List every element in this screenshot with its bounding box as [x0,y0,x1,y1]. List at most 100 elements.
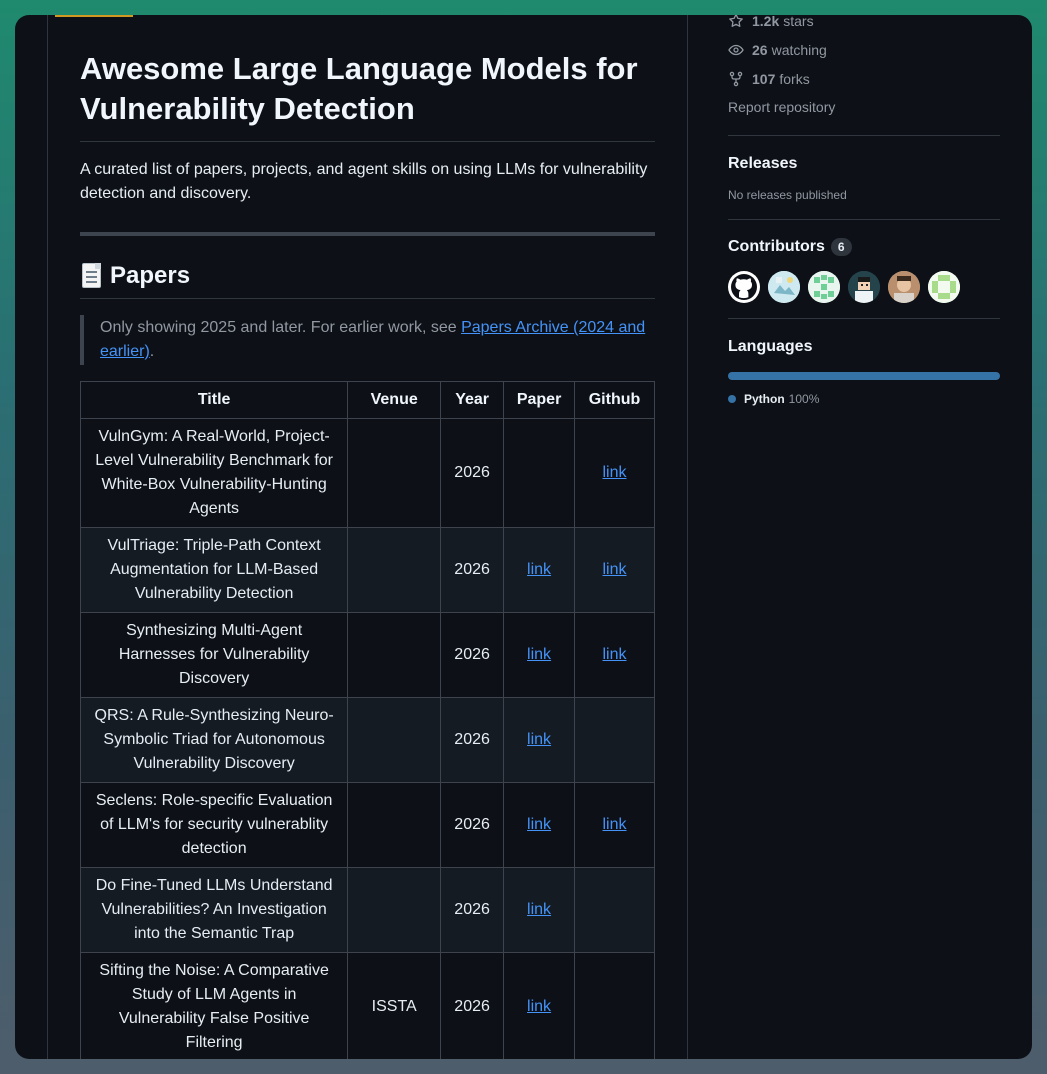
page-facing-up-icon [80,263,102,289]
readme-description: A curated list of papers, projects, and … [80,161,648,202]
readme-content: Awesome Large Language Models for Vulner… [79,15,655,1059]
papers-heading-label: Papers [110,262,191,289]
row-github [574,697,655,783]
row-venue [347,612,442,698]
row-github: link [574,418,655,528]
row-github [574,867,655,953]
releases-heading-label: Releases [728,155,798,172]
row-venue [347,697,442,783]
watching-stat[interactable]: 26 watching [728,35,1000,64]
row-github: link [574,612,655,698]
row-title: Synthesizing Multi-Agent Harnesses for V… [79,612,349,698]
report-repository-link[interactable]: Report repository [728,93,1000,122]
header-title: Title [79,381,349,419]
row-github: link [574,527,655,613]
forks-stat[interactable]: 107 forks [728,64,1000,93]
github-link[interactable]: link [603,646,627,663]
forks-label: forks [779,70,810,87]
avatar[interactable] [768,271,800,303]
languages-heading: Languages [728,338,1000,356]
row-year: 2026 [440,612,505,698]
stars-count: 1.2k [752,15,780,29]
row-title: VulTriage: Triple-Path Context Augmentat… [79,527,349,613]
github-link[interactable]: link [603,464,627,481]
star-icon [729,15,743,27]
row-title: VulnGym: A Real-World, Project-Level Vul… [79,418,349,528]
note-text: Only showing 2025 and later. For earlier… [100,319,462,336]
note-suffix: . [149,343,155,360]
row-paper: link [503,782,576,868]
section-divider [80,232,655,236]
header-year: Year [440,381,505,419]
row-title: Seclens: Role-specific Evaluation of LLM… [79,782,349,868]
identicon-icon [928,271,960,303]
paper-link[interactable]: link [527,816,551,833]
row-paper: link [503,867,576,953]
row-year: 2026 [440,952,505,1059]
language-name: Python [744,392,785,406]
contributors-heading[interactable]: Contributors 6 [728,238,1000,256]
languages-heading-label: Languages [728,338,813,355]
header-paper: Paper [503,381,576,419]
row-venue [347,418,442,528]
sidebar-divider [728,135,1000,136]
avatar[interactable] [808,271,840,303]
table-header-row: Title Venue Year Paper Github [79,381,655,419]
column-divider [687,15,688,1059]
table-row: QRS: A Rule-Synthesizing Neuro-Symbolic … [79,697,655,783]
table-row: Seclens: Role-specific Evaluation of LLM… [79,782,655,868]
watching-label: watching [771,41,827,58]
stars-stat[interactable]: 1.2k stars [728,15,1000,35]
identicon-icon [808,271,840,303]
row-year: 2026 [440,867,505,953]
row-venue [347,782,442,868]
table-row: VulnGym: A Real-World, Project-Level Vul… [79,418,655,528]
paper-link[interactable]: link [527,561,551,578]
avatar[interactable] [888,271,920,303]
github-link[interactable]: link [603,561,627,578]
avatar-image-icon [888,271,920,303]
row-year: 2026 [440,418,505,528]
row-github [574,952,655,1059]
left-border [47,15,48,1059]
row-venue: ISSTA [347,952,442,1059]
stars-label: stars [783,15,814,29]
paper-link[interactable]: link [527,901,551,918]
contributors-count-badge: 6 [830,238,852,256]
github-link[interactable]: link [603,816,627,833]
language-percent: 100% [788,392,820,406]
avatar[interactable] [928,271,960,303]
contributor-avatars [728,271,1000,303]
row-year: 2026 [440,782,505,868]
table-row: Sifting the Noise: A Comparative Study o… [79,952,655,1059]
avatar[interactable] [728,271,760,303]
row-paper: link [503,612,576,698]
language-python[interactable]: Python 100% [728,392,1000,406]
papers-table: Title Venue Year Paper Github VulnGym: A… [79,381,655,1059]
row-venue [347,867,442,953]
row-paper: link [503,527,576,613]
github-octocat-icon [731,274,757,300]
row-year: 2026 [440,527,505,613]
avatar[interactable] [848,271,880,303]
table-row: Synthesizing Multi-Agent Harnesses for V… [79,612,655,698]
readme-title: Awesome Large Language Models for Vulner… [80,49,655,142]
row-title: QRS: A Rule-Synthesizing Neuro-Symbolic … [79,697,349,783]
row-title: Sifting the Noise: A Comparative Study o… [79,952,349,1059]
table-row: VulTriage: Triple-Path Context Augmentat… [79,527,655,613]
sidebar-divider [728,318,1000,319]
avatar-image-icon [768,271,800,303]
archive-note: Only showing 2025 and later. For earlier… [80,315,655,365]
releases-heading[interactable]: Releases [728,155,1000,173]
row-venue [347,527,442,613]
fork-icon [729,71,743,86]
watching-count: 26 [752,41,768,58]
paper-link[interactable]: link [527,998,551,1015]
paper-link[interactable]: link [527,646,551,663]
releases-note: No releases published [728,188,847,202]
row-year: 2026 [440,697,505,783]
sidebar-divider [728,219,1000,220]
paper-link[interactable]: link [527,731,551,748]
language-bar [728,372,1000,380]
repo-sidebar: 1.2k stars 26 watching 107 forks Report rep… [728,15,1000,406]
